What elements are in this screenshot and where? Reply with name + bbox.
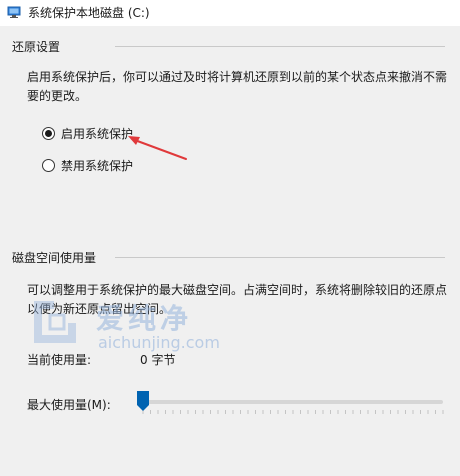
disk-usage-divider [115, 257, 445, 258]
current-usage-value: 0 字节 [140, 353, 176, 367]
disk-description-line-2: 以便为新还原点留出空间。 [27, 302, 172, 316]
system-properties-icon [7, 6, 21, 18]
max-usage-slider-ticks [142, 410, 444, 414]
annotation-arrow [128, 136, 187, 160]
title-bar: 系统保护本地磁盘 (C:) [0, 0, 460, 24]
current-usage-label: 当前使用量: [27, 353, 92, 367]
enable-protection-radio[interactable]: 启用系统保护 [42, 124, 133, 142]
restore-description-line-2: 要的更改。 [27, 89, 88, 103]
disable-protection-radio[interactable]: 禁用系统保护 [42, 156, 133, 174]
restore-description-line-1: 启用系统保护后，你可以通过及时将计算机还原到以前的某个状态点来撤消不需 [27, 70, 448, 84]
enable-protection-label: 启用系统保护 [61, 126, 134, 141]
restore-settings-divider [115, 46, 445, 47]
radio-button-selected[interactable] [42, 126, 55, 140]
restore-settings-heading: 还原设置 [12, 40, 61, 54]
disable-protection-label: 禁用系统保护 [61, 158, 134, 173]
disk-description-line-1: 可以调整用于系统保护的最大磁盘空间。占满空间时，系统将删除较旧的还原点 [27, 283, 448, 297]
radio-button-unselected[interactable] [42, 158, 55, 172]
window-title: 系统保护本地磁盘 (C:) [28, 6, 150, 20]
disk-usage-description: 可以调整用于系统保护的最大磁盘空间。占满空间时，系统将删除较旧的还原点 以便为新… [27, 281, 452, 319]
max-usage-slider-track[interactable] [143, 400, 443, 404]
max-usage-label: 最大使用量(M): [27, 398, 111, 412]
disk-usage-heading: 磁盘空间使用量 [12, 251, 97, 265]
restore-settings-description: 启用系统保护后，你可以通过及时将计算机还原到以前的某个状态点来撤消不需 要的更改… [27, 68, 452, 106]
